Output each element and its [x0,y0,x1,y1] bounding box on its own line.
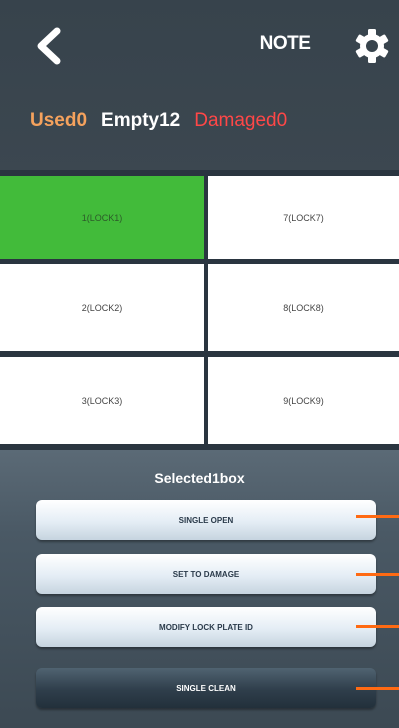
single-clean-button[interactable]: SINGLE CLEAN [36,668,376,708]
locker-counts: Used0 Empty12 Damaged0 [30,110,301,140]
damaged-count: Damaged0 [194,110,288,131]
used-count: Used0 [30,110,88,131]
gear-icon [355,29,389,63]
locker-cell-9[interactable]: 9(LOCK9) [208,357,399,444]
set-to-damage-button[interactable]: SET TO DAMAGE [36,554,376,594]
page-title: NOTE [259,33,311,54]
annotation-marker [356,515,399,518]
modify-lock-plate-id-button[interactable]: MODIFY LOCK PLATE ID [36,607,376,647]
top-bar: NOTE [0,0,399,90]
locker-grid: 1(LOCK1) 7(LOCK7) 2(LOCK2) 8(LOCK8) 3(LO… [0,170,399,450]
back-button[interactable] [30,26,70,66]
locker-cell-7[interactable]: 7(LOCK7) [208,176,399,259]
single-open-button[interactable]: SINGLE OPEN [36,500,376,540]
locker-cell-2[interactable]: 2(LOCK2) [0,264,204,351]
locker-cell-1[interactable]: 1(LOCK1) [0,176,204,259]
locker-cell-8[interactable]: 8(LOCK8) [208,264,399,351]
empty-count: Empty12 [101,110,181,131]
chevron-left-icon [37,27,61,65]
annotation-marker [356,687,399,690]
selected-count-label: Selected1box [154,470,245,486]
annotation-marker [356,625,399,628]
annotation-marker [356,573,399,576]
locker-cell-3[interactable]: 3(LOCK3) [0,357,204,444]
settings-button[interactable] [353,27,391,65]
locker-screen: NOTE Used0 Empty12 Damaged0 1(LOCK1) 7(LOC… [0,0,399,728]
